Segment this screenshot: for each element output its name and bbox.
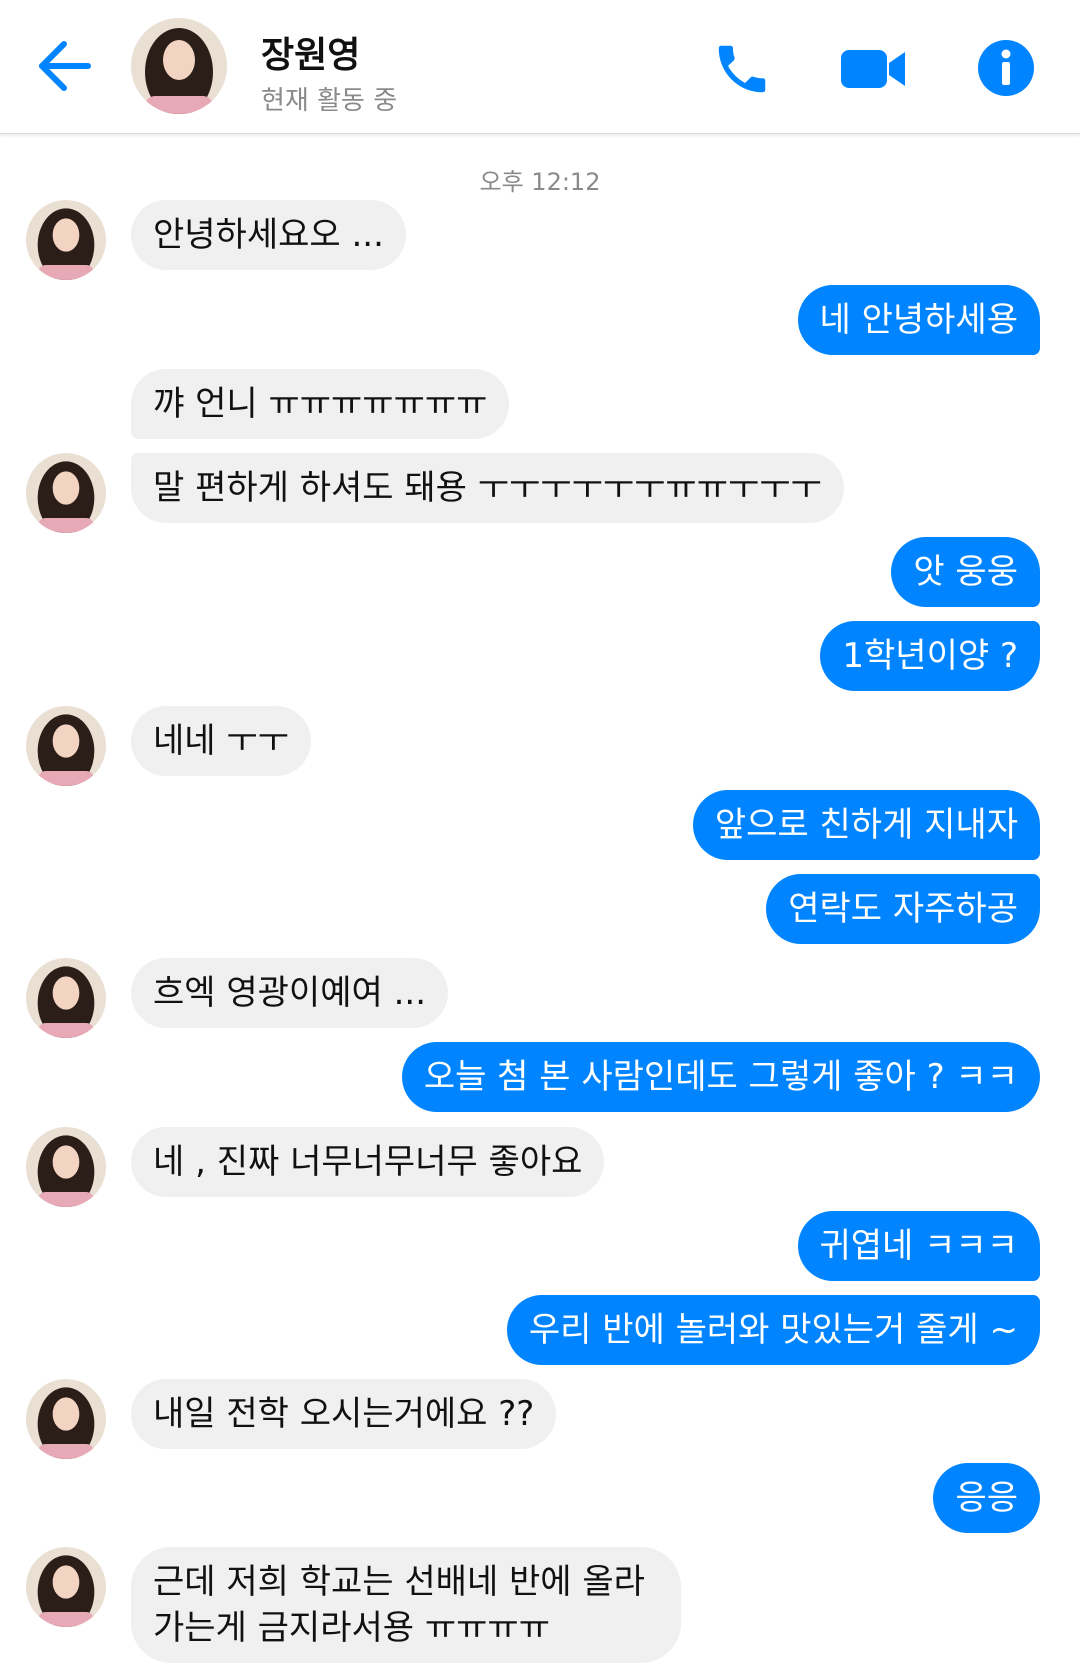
message-bubble[interactable]: 네 , 진짜 너무너무너무 좋아요 (131, 1127, 605, 1197)
active-status: 현재 활동 중 (261, 86, 398, 116)
contact-name: 장원영 (261, 35, 361, 76)
timestamp: 오후 12:12 (479, 168, 601, 196)
message-bubble[interactable]: 근데 저희 학교는 선배네 반에 올라가는게 금지라서용 ㅠㅠㅠㅠ (131, 1547, 681, 1663)
info-icon (978, 40, 1034, 96)
sender-avatar[interactable] (26, 958, 106, 1038)
phone-icon (718, 45, 766, 93)
sender-avatar[interactable] (26, 1127, 106, 1207)
message-bubble[interactable]: 연락도 자주하공 (766, 874, 1040, 944)
message-bubble[interactable]: 안녕하세요오 ... (131, 200, 406, 270)
message-bubble[interactable]: 내일 전학 오시는거에요 ?? (131, 1379, 557, 1449)
chat-header: 장원영 현재 활동 중 (0, 0, 1080, 134)
voice-call-button[interactable] (705, 32, 779, 106)
back-arrow-icon (39, 41, 91, 91)
sender-avatar[interactable] (26, 453, 106, 533)
message-bubble[interactable]: 귀엽네 ㅋㅋㅋ (797, 1211, 1040, 1281)
message-bubble[interactable]: 오늘 첨 본 사람인데도 그렇게 좋아 ? ㅋㅋ (401, 1042, 1040, 1112)
sender-avatar[interactable] (26, 1379, 106, 1459)
message-bubble[interactable]: 말 편하게 하셔도 돼용 ㅜㅜㅜㅜㅜㅜㅠㅠㅜㅜㅜ (131, 453, 844, 523)
video-call-button[interactable] (832, 32, 916, 106)
back-button[interactable] (28, 30, 100, 102)
sender-avatar[interactable] (26, 706, 106, 786)
message-bubble[interactable]: 꺄 언니 ㅠㅠㅠㅠㅠㅠㅠ (131, 369, 510, 439)
message-bubble[interactable]: 1학년이양 ? (820, 621, 1040, 691)
sender-avatar[interactable] (26, 1547, 106, 1627)
message-bubble[interactable]: 네네 ㅜㅜ (131, 706, 311, 776)
message-bubble[interactable]: 앞으로 친하게 지내자 (692, 790, 1040, 860)
message-bubble[interactable]: 응응 (933, 1463, 1040, 1533)
message-bubble[interactable]: 네 안녕하세용 (797, 285, 1040, 355)
avatar-photo (131, 18, 227, 114)
message-bubble[interactable]: 흐엑 영광이예여 ... (131, 958, 448, 1028)
contact-avatar[interactable] (131, 18, 227, 114)
sender-avatar[interactable] (26, 200, 106, 280)
info-button[interactable] (968, 30, 1044, 106)
video-camera-icon (841, 50, 905, 88)
message-bubble[interactable]: 앗 웅웅 (891, 537, 1040, 607)
message-bubble[interactable]: 우리 반에 놀러와 맛있는거 줄게 ~ (506, 1295, 1040, 1365)
